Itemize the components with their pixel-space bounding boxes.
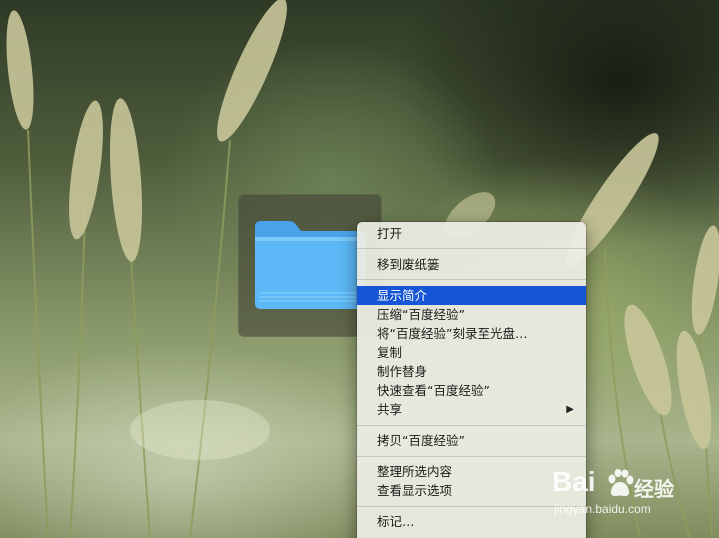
menu-item-burn-to-disc[interactable]: 将“百度经验”刻录至光盘… xyxy=(357,324,586,343)
menu-item-duplicate[interactable]: 复制 xyxy=(357,343,586,362)
desktop: 打开 移到废纸篓 显示简介 压缩“百度经验” 将“百度经验”刻录至光盘… 复制 … xyxy=(0,0,719,538)
folder-icon xyxy=(255,221,365,309)
menu-item-make-alias[interactable]: 制作替身 xyxy=(357,362,586,381)
menu-separator xyxy=(357,279,586,280)
menu-item-share-label: 共享 xyxy=(377,402,403,417)
menu-item-open[interactable]: 打开 xyxy=(357,224,586,243)
menu-item-share[interactable]: 共享 ▶ xyxy=(357,400,586,419)
baidu-jingyan-watermark: Bai 经验 jingyan.baidu.com xyxy=(546,466,716,526)
watermark-logo-text: Bai xyxy=(552,466,596,497)
menu-item-get-info[interactable]: 显示简介 xyxy=(357,286,586,305)
menu-item-quick-look[interactable]: 快速查看“百度经验” xyxy=(357,381,586,400)
chevron-right-icon: ▶ xyxy=(566,404,574,415)
menu-separator xyxy=(357,425,586,426)
menu-item-compress[interactable]: 压缩“百度经验” xyxy=(357,305,586,324)
menu-item-copy[interactable]: 拷贝“百度经验” xyxy=(357,431,586,450)
watermark-url: jingyan.baidu.com xyxy=(554,502,651,516)
menu-item-move-to-trash[interactable]: 移到废纸篓 xyxy=(357,255,586,274)
menu-separator xyxy=(357,456,586,457)
baidu-paw-icon xyxy=(608,469,634,497)
watermark-logo-suffix: 经验 xyxy=(634,477,674,501)
menu-separator xyxy=(357,248,586,249)
